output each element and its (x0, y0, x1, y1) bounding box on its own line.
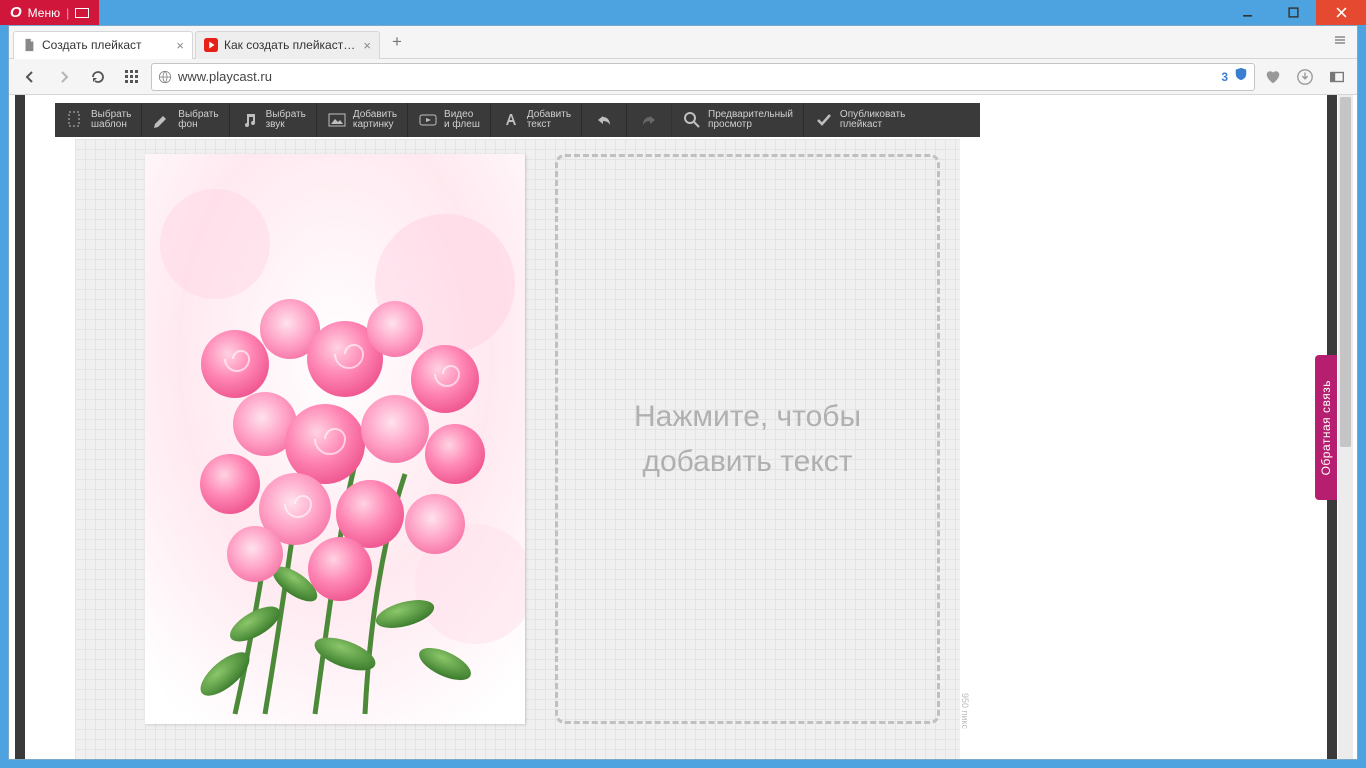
add-text-button[interactable]: Добавитьтекст (491, 103, 582, 137)
template-icon (65, 110, 85, 130)
page-viewport: Выбратьшаблон Выбратьфон Выбратьзвук Доб… (9, 95, 1357, 759)
url-input[interactable] (178, 69, 1215, 84)
app-menu-button[interactable]: O Меню | (0, 0, 99, 25)
tab-close-icon[interactable]: × (363, 38, 371, 53)
feedback-label: Обратная связь (1319, 380, 1333, 475)
tab-menu-button[interactable] (1333, 33, 1347, 52)
minimize-button[interactable] (1224, 0, 1270, 25)
tab-title: Как создать плейкаст - Yo (224, 38, 357, 52)
address-bar: 3 (9, 59, 1357, 95)
image-slot[interactable] (145, 154, 525, 724)
close-button[interactable] (1316, 0, 1366, 25)
flag-icon (75, 8, 89, 18)
choose-background-button[interactable]: Выбратьфон (142, 103, 229, 137)
heart-button[interactable] (1259, 63, 1287, 91)
tabstrip: Создать плейкаст × Как создать плейкаст … (9, 26, 1357, 59)
add-video-button[interactable]: Видеои флеш (408, 103, 491, 137)
speed-dial-button[interactable] (117, 62, 147, 92)
shield-icon[interactable] (1234, 67, 1248, 86)
youtube-icon (204, 38, 218, 52)
preview-button[interactable]: Предварительныйпросмотр (672, 103, 804, 137)
tab-inactive[interactable]: Как создать плейкаст - Yo × (195, 31, 380, 59)
opera-logo-icon: O (10, 4, 22, 21)
choose-sound-button[interactable]: Выбратьзвук (230, 103, 317, 137)
music-icon (240, 110, 260, 130)
menu-label: Меню (28, 6, 60, 20)
editor-toolbar: Выбратьшаблон Выбратьфон Выбратьзвук Доб… (55, 103, 980, 137)
video-icon (418, 110, 438, 130)
new-tab-button[interactable]: + (384, 29, 410, 55)
ruler-label: 950 пикс (960, 693, 970, 729)
undo-button[interactable] (582, 103, 627, 137)
blocked-count: 3 (1221, 70, 1228, 84)
scrollbar-thumb[interactable] (1340, 97, 1351, 447)
publish-button[interactable]: Опубликоватьплейкаст (804, 103, 915, 137)
url-field[interactable]: 3 (151, 63, 1255, 91)
page-border-left (15, 95, 25, 759)
vertical-scrollbar[interactable] (1338, 95, 1353, 759)
choose-template-button[interactable]: Выбратьшаблон (55, 103, 142, 137)
document-icon (22, 38, 36, 52)
tab-close-icon[interactable]: × (176, 38, 184, 53)
text-placeholder: Нажмите, чтобыдобавить текст (634, 394, 861, 484)
maximize-button[interactable] (1270, 0, 1316, 25)
sidebar-toggle-button[interactable] (1323, 63, 1351, 91)
image-icon (327, 110, 347, 130)
roses-image (145, 154, 525, 724)
magnifier-icon (682, 110, 702, 130)
add-image-button[interactable]: Добавитькартинку (317, 103, 408, 137)
brush-icon (152, 110, 172, 130)
globe-icon (158, 70, 172, 84)
forward-button[interactable] (49, 62, 79, 92)
text-slot[interactable]: Нажмите, чтобыдобавить текст (555, 154, 940, 724)
back-button[interactable] (15, 62, 45, 92)
redo-icon (639, 110, 659, 130)
reload-button[interactable] (83, 62, 113, 92)
editor-canvas[interactable]: Нажмите, чтобыдобавить текст 950 пикс (75, 139, 960, 759)
tab-active[interactable]: Создать плейкаст × (13, 31, 193, 59)
feedback-tab[interactable]: Обратная связь (1315, 355, 1337, 500)
download-button[interactable] (1291, 63, 1319, 91)
text-icon (501, 110, 521, 130)
tab-title: Создать плейкаст (42, 38, 170, 52)
check-icon (814, 110, 834, 130)
redo-button[interactable] (627, 103, 672, 137)
undo-icon (594, 110, 614, 130)
